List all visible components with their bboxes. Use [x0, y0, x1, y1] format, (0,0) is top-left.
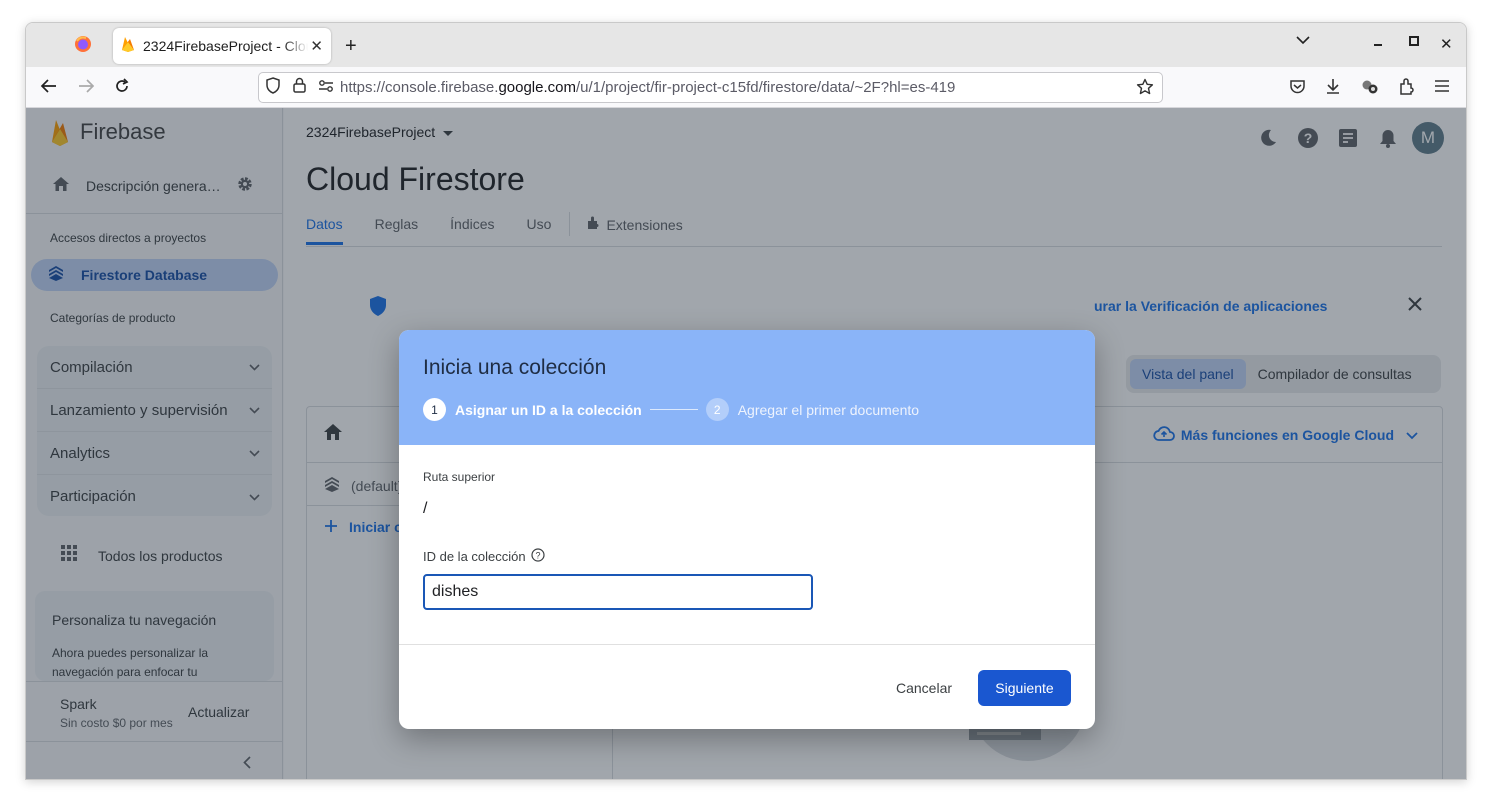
collection-id-label-text: ID de la colección [423, 549, 526, 564]
bookmark-star-icon[interactable] [1136, 78, 1154, 101]
next-button[interactable]: Siguiente [978, 670, 1071, 706]
account-icon[interactable] [1361, 79, 1379, 95]
tab-strip: 2324FirebaseProject - Cloud Firestore ✕ … [26, 23, 1466, 67]
firebase-console: Firebase Descripción general del proyect… [26, 108, 1466, 779]
parent-path-label: Ruta superior [423, 470, 496, 484]
minimize-icon[interactable] [1372, 35, 1384, 47]
url-prefix: https://console.firebase. [340, 79, 499, 96]
dialog-footer-divider [399, 644, 1095, 645]
step-1-label: Asignar un ID a la colección [455, 401, 642, 418]
new-tab-icon[interactable]: + [345, 35, 357, 58]
dialog-title: Inicia una colección [423, 356, 607, 379]
collection-id-label: ID de la colección ? [423, 548, 545, 565]
pocket-icon[interactable] [1289, 79, 1306, 95]
maximize-icon[interactable] [1408, 35, 1420, 47]
dialog-header: Inicia una colección 1 Asignar un ID a l… [399, 330, 1095, 445]
url-bar[interactable]: https://console.firebase.google.com/u/1/… [258, 72, 1163, 103]
forward-icon[interactable] [77, 78, 95, 94]
lock-icon[interactable] [293, 77, 306, 98]
step-connector [649, 409, 698, 410]
parent-path-value: / [423, 500, 428, 517]
permissions-icon[interactable] [318, 79, 334, 97]
nav-bar: https://console.firebase.google.com/u/1/… [26, 67, 1466, 108]
cancel-button[interactable]: Cancelar [884, 670, 964, 706]
downloads-icon[interactable] [1325, 78, 1341, 95]
step-1-number: 1 [423, 398, 446, 421]
close-window-icon[interactable]: ✕ [1440, 35, 1453, 53]
step-2-label: Agregar el primer documento [737, 401, 920, 418]
url-path: /u/1/project/fir-project-c15fd/firestore… [576, 79, 956, 96]
svg-text:?: ? [535, 551, 540, 561]
browser-window: 2324FirebaseProject - Cloud Firestore ✕ … [25, 22, 1467, 780]
url-host: google.com [498, 79, 576, 96]
url-text[interactable]: https://console.firebase.google.com/u/1/… [340, 79, 955, 96]
help-circle-icon[interactable]: ? [531, 548, 545, 565]
tab-firebase[interactable]: 2324FirebaseProject - Cloud Firestore ✕ [113, 28, 331, 64]
firefox-view-icon[interactable] [74, 35, 92, 53]
step-2-number: 2 [705, 398, 729, 421]
extensions-icon[interactable] [1398, 78, 1414, 95]
back-icon[interactable] [40, 78, 58, 94]
tracking-shield-icon[interactable] [265, 76, 281, 99]
tab-title: 2324FirebaseProject - Cloud Firestore [143, 38, 308, 54]
start-collection-dialog: Inicia una colección 1 Asignar un ID a l… [399, 330, 1095, 729]
list-tabs-icon[interactable] [1296, 36, 1310, 45]
close-tab-icon[interactable]: ✕ [310, 37, 323, 55]
menu-icon[interactable] [1434, 79, 1450, 93]
dialog-stepper: 1 Asignar un ID a la colección 2 Agregar… [423, 398, 919, 421]
collection-id-input[interactable] [423, 574, 813, 610]
firebase-favicon-icon [121, 36, 135, 57]
reload-icon[interactable] [114, 78, 130, 94]
